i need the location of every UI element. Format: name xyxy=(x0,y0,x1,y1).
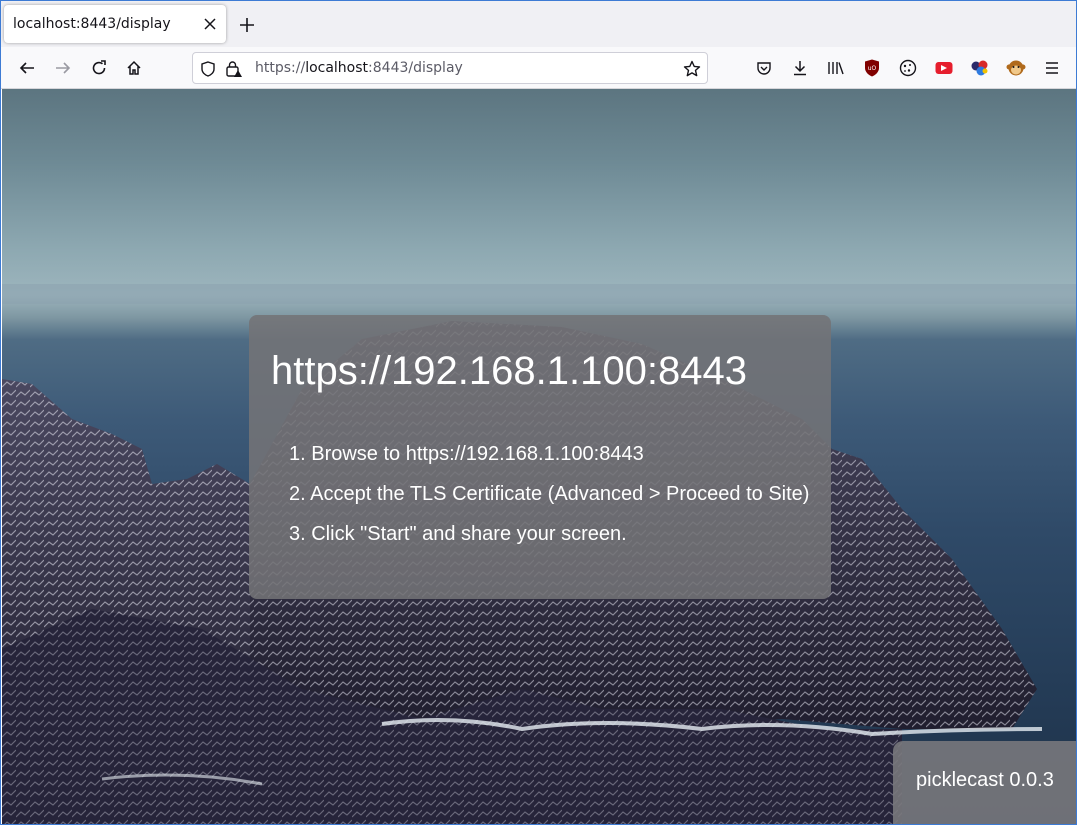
multi-account-icon[interactable] xyxy=(970,58,990,78)
download-icon[interactable] xyxy=(790,58,810,78)
close-icon[interactable] xyxy=(201,15,219,33)
instruction-step: 3. Click "Start" and share your screen. xyxy=(289,523,627,545)
pocket-icon[interactable] xyxy=(754,58,774,78)
menu-icon[interactable] xyxy=(1042,58,1062,78)
cookie-icon[interactable] xyxy=(898,58,918,78)
instructions-card: https://192.168.1.100:8443 1. Browse to … xyxy=(249,315,831,599)
lock-warning-icon[interactable] xyxy=(225,60,243,78)
monkey-extension-icon[interactable] xyxy=(1006,58,1026,78)
library-icon[interactable] xyxy=(826,58,846,78)
back-button[interactable] xyxy=(15,56,39,80)
forward-button[interactable] xyxy=(51,56,75,80)
url-host: localhost xyxy=(305,60,369,76)
home-button[interactable] xyxy=(122,56,146,80)
version-badge: picklecast 0.0.3 xyxy=(893,741,1076,824)
tab-strip: localhost:8443/display xyxy=(1,1,1076,47)
nav-bar: https://localhost:8443/display uO xyxy=(1,47,1076,89)
instruction-step: 2. Accept the TLS Certificate (Advanced … xyxy=(289,483,810,505)
url-text[interactable]: https://localhost:8443/display xyxy=(255,60,463,76)
tab-title: localhost:8443/display xyxy=(13,16,171,32)
url-path: :8443/display xyxy=(368,60,463,76)
shield-icon[interactable] xyxy=(199,60,217,78)
version-label: picklecast 0.0.3 xyxy=(916,769,1054,791)
new-tab-button[interactable] xyxy=(237,15,257,35)
server-url-heading: https://192.168.1.100:8443 xyxy=(271,349,747,393)
instructions-list: 1. Browse to https://192.168.1.100:8443 … xyxy=(289,443,809,563)
tab-display[interactable]: localhost:8443/display xyxy=(4,5,226,43)
url-scheme: https:// xyxy=(255,60,306,76)
star-icon[interactable] xyxy=(683,60,701,78)
browser-window: localhost:8443/display https://localhost… xyxy=(0,0,1077,825)
reload-button[interactable] xyxy=(87,56,111,80)
url-bar[interactable]: https://localhost:8443/display xyxy=(192,52,708,84)
instruction-step: 1. Browse to https://192.168.1.100:8443 xyxy=(289,443,644,465)
youtube-extension-icon[interactable] xyxy=(934,58,954,78)
page-content: https://192.168.1.100:8443 1. Browse to … xyxy=(2,89,1076,824)
svg-text:uO: uO xyxy=(868,65,877,72)
ublock-icon[interactable]: uO xyxy=(862,58,882,78)
